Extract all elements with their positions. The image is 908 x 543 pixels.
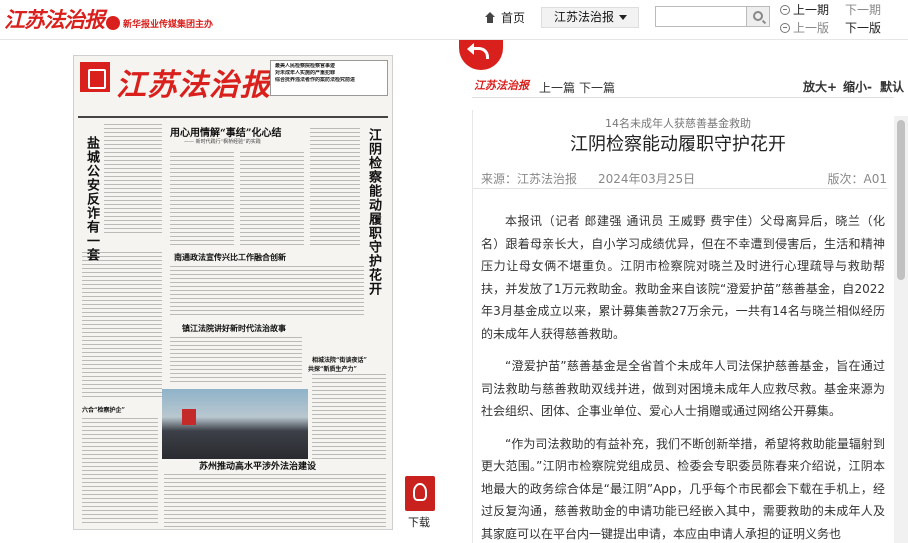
scrollbar-thumb[interactable]: [897, 120, 905, 280]
pdf-icon: [413, 483, 427, 501]
zoom-out-button[interactable]: 缩小-: [843, 78, 872, 95]
article-content: 14名未成年人获慈善基金救助 江阴检察能动履职守护花开 来源：江苏法治报 202…: [472, 110, 894, 543]
article-edition: 版次：A01: [827, 172, 887, 186]
news-photo[interactable]: [162, 389, 308, 459]
toolbar-divider: [472, 97, 894, 98]
article-hotspot-liuhe[interactable]: 六合“检察护企”: [82, 405, 125, 414]
search-input[interactable]: [655, 6, 747, 27]
pdf-download-button[interactable]: [405, 476, 435, 511]
text-column: [240, 152, 304, 246]
text-column: [310, 128, 360, 246]
group-mark-icon: [106, 16, 120, 30]
text-column: [104, 124, 162, 234]
newspaper-logo-icon: [80, 62, 110, 92]
site-logo[interactable]: 江苏法治报: [4, 4, 105, 34]
caret-down-icon: [619, 15, 627, 20]
article-logo: 江苏法治报: [474, 79, 529, 92]
newspaper-page-image[interactable]: 江苏法治报 最美人民检察院检察官事迹 对未成年人实施的严重犯罪 综合抚养违法者作…: [73, 55, 393, 530]
top-news-box[interactable]: 最美人民检察院检察官事迹 对未成年人实施的严重犯罪 综合抚养违法者作的案防法检究…: [270, 60, 388, 96]
top-bar: 江苏法治报 新华报业传媒集团主办 首页 江苏法治报 上一期 上一版 下一期 下一…: [0, 0, 908, 40]
article-hotspot-current[interactable]: 江阴检察能动履职守护花开: [364, 128, 383, 296]
prev-article-link[interactable]: 上一篇: [539, 79, 575, 96]
group-logo[interactable]: 新华报业传媒集团主办: [106, 16, 213, 30]
article-date: 2024年03月25日: [598, 172, 696, 186]
home-link[interactable]: 首页: [484, 9, 525, 26]
home-label: 首页: [501, 11, 526, 25]
back-arrow-icon: [467, 43, 489, 59]
article-paragraph: “澄爱护苗”慈善基金是全省首个未成年人司法保护慈善基金，旨在通过司法救助与慈善救…: [481, 359, 885, 418]
search-button[interactable]: [747, 6, 770, 27]
article-hotspot-zhenjiang[interactable]: 镇江法院讲好新时代法治故事: [182, 323, 286, 334]
page-panel: 江苏法治报 最美人民检察院检察官事迹 对未成年人实施的严重犯罪 综合抚养违法者作…: [0, 40, 458, 543]
back-button[interactable]: [459, 40, 503, 70]
next-issue-link[interactable]: 下一期: [845, 1, 881, 18]
download-label[interactable]: 下载: [408, 514, 430, 530]
article-hotspot-main[interactable]: 用心用情解“事结”化心结: [170, 124, 282, 139]
text-column: [170, 266, 364, 316]
article-paragraph: “作为司法救助的有益补充，我们不断创新举措，希望将救助能量辐射到更大范围。”江阴…: [481, 436, 885, 541]
prev-icon: [780, 22, 790, 33]
zoom-reset-button[interactable]: 默认: [880, 78, 904, 95]
article-source: 来源：江苏法治报: [481, 172, 578, 186]
article-kicker: 14名未成年人获慈善基金救助: [605, 117, 751, 130]
flag-shape: [182, 409, 196, 425]
article-panel: 江苏法治报 上一篇 下一篇 放大+ 缩小- 默认 14名未成年人获慈善基金救助 …: [458, 40, 908, 543]
article-hotspot-suzhou[interactable]: 苏州推动高水平涉外法治建设: [199, 459, 316, 472]
text-column: [164, 474, 386, 528]
text-column: [170, 152, 234, 246]
masthead-divider: [78, 116, 388, 118]
text-column: [170, 337, 302, 385]
zoom-in-button[interactable]: 放大+: [803, 78, 837, 95]
paper-select-value: 江苏法治报: [554, 10, 615, 24]
home-icon: [484, 12, 496, 23]
prev-page-label: 上一版: [793, 21, 830, 35]
prev-issue-link[interactable]: 上一期: [780, 1, 829, 18]
prev-icon: [780, 4, 790, 15]
text-column: [312, 374, 386, 462]
article-hotspot-xiangcheng[interactable]: 相城法院“街谈夜话”: [312, 355, 367, 364]
article-title: 江阴检察能动履职守护花开: [570, 134, 786, 155]
article-body: 本报讯（记者 郎建强 通讯员 王威野 费宇佳）父母离异后，晓兰（化名）跟着母亲长…: [481, 210, 885, 543]
top-news-line: 对未成年人实施的严重犯罪: [275, 70, 336, 76]
article-meta: 来源：江苏法治报 2024年03月25日 版次：A01: [473, 167, 887, 189]
top-news-line: 最美人民检察院检察官事迹: [275, 63, 336, 69]
text-column: [82, 418, 158, 526]
article-hotspot-main-sub: —— 新时代践行“枫桥经验”的实践: [184, 139, 261, 145]
paper-select[interactable]: 江苏法治报: [541, 7, 639, 28]
group-logo-text: 新华报业传媒集团主办: [123, 19, 214, 30]
prev-issue-label: 上一期: [793, 3, 830, 17]
top-news-line: 综合抚养违法者作的案防法检究前进: [275, 77, 356, 83]
newspaper-masthead: 江苏法治报: [116, 68, 271, 103]
search-icon: [753, 11, 763, 21]
next-page-link[interactable]: 下一版: [845, 19, 881, 36]
article-paragraph: 本报讯（记者 郎建强 通讯员 王威野 费宇佳）父母离异后，晓兰（化名）跟着母亲长…: [481, 214, 885, 341]
text-column: [82, 252, 162, 400]
article-scrollbar[interactable]: [894, 116, 908, 543]
article-hotspot-nantong[interactable]: 南通政法宣传兴比工作融合创新: [174, 252, 286, 263]
prev-page-link[interactable]: 上一版: [780, 19, 829, 36]
next-article-link[interactable]: 下一篇: [579, 79, 615, 96]
article-hotspot-xiangcheng-sub: 共探“新质生产力”: [308, 366, 357, 373]
article-hotspot-left[interactable]: 盐城公安反诈有一套: [82, 136, 101, 262]
